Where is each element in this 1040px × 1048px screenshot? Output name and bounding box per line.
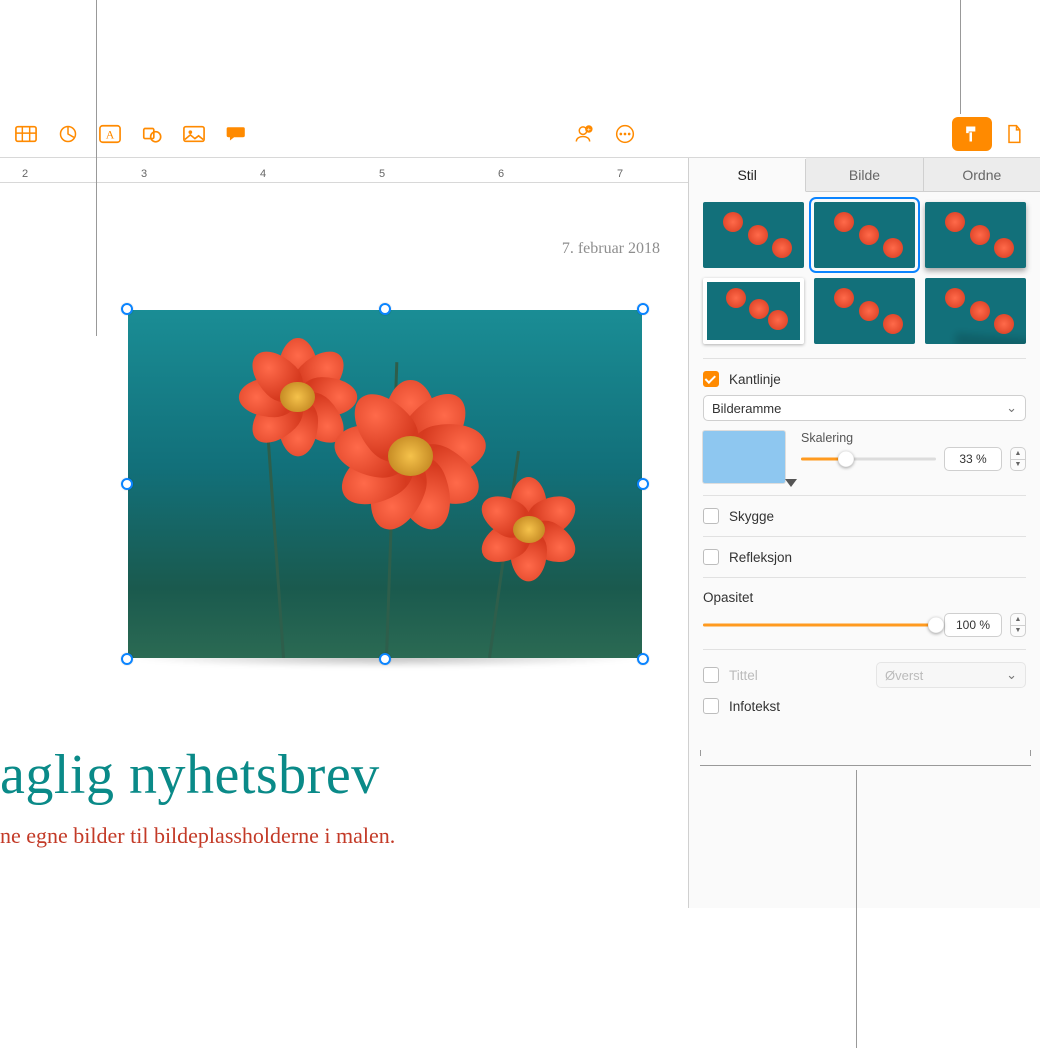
more-icon[interactable] xyxy=(605,117,645,151)
tab-image[interactable]: Bilde xyxy=(806,158,923,191)
ruler-unit: 2 xyxy=(22,168,28,180)
chevron-updown-icon: ⌄ xyxy=(1006,667,1017,683)
style-preset[interactable] xyxy=(814,278,915,344)
ruler-unit: 5 xyxy=(379,168,385,180)
app-window: A + 2 3 4 5 xyxy=(0,111,1040,908)
document-icon[interactable] xyxy=(994,117,1034,151)
scale-stepper[interactable]: ▲▼ xyxy=(1010,447,1026,471)
style-preset[interactable] xyxy=(814,202,915,268)
ruler-unit: 6 xyxy=(498,168,504,180)
opacity-section: Opasitet 100 % ▲▼ xyxy=(703,577,1026,649)
document-canvas[interactable]: 7. februar 2018 xyxy=(0,183,688,908)
tab-style[interactable]: Stil xyxy=(689,159,806,192)
border-type-value: Bilderamme xyxy=(712,401,781,416)
scale-slider[interactable] xyxy=(801,452,936,466)
reflection-section: Refleksjon xyxy=(703,536,1026,577)
reflection-label: Refleksjon xyxy=(729,550,792,565)
shadow-checkbox[interactable] xyxy=(703,508,719,524)
caption-label: Infotekst xyxy=(729,699,780,714)
opacity-value[interactable]: 100 % xyxy=(944,613,1002,637)
format-icon[interactable] xyxy=(952,117,992,151)
resize-handle[interactable] xyxy=(379,653,391,665)
resize-handle[interactable] xyxy=(637,303,649,315)
style-preset[interactable] xyxy=(925,202,1026,268)
shape-icon[interactable] xyxy=(132,117,172,151)
resize-handle[interactable] xyxy=(637,478,649,490)
tab-arrange[interactable]: Ordne xyxy=(924,158,1040,191)
style-presets xyxy=(703,202,1026,344)
collaborate-icon[interactable]: + xyxy=(563,117,603,151)
shadow-section: Skygge xyxy=(703,495,1026,536)
border-label: Kantlinje xyxy=(729,372,781,387)
ruler-unit: 3 xyxy=(141,168,147,180)
border-section: Kantlinje Bilderamme ⌄ Skalering xyxy=(703,358,1026,495)
style-preset[interactable] xyxy=(703,202,804,268)
title-caption-section: Tittel Øverst ⌄ Infotekst xyxy=(703,649,1026,726)
document-date: 7. februar 2018 xyxy=(562,240,660,258)
style-preset[interactable] xyxy=(703,278,804,344)
frame-preview[interactable] xyxy=(703,431,785,483)
media-icon[interactable] xyxy=(174,117,214,151)
image-content xyxy=(128,310,642,658)
shadow-label: Skygge xyxy=(729,509,774,524)
resize-handle[interactable] xyxy=(121,303,133,315)
scale-label: Skalering xyxy=(801,431,1026,445)
border-type-select[interactable]: Bilderamme ⌄ xyxy=(703,395,1026,421)
toolbar: A + xyxy=(0,111,1040,158)
frame-dropdown-icon[interactable] xyxy=(785,479,797,487)
format-inspector: Stil Bilde Ordne xyxy=(688,158,1040,908)
chart-icon[interactable] xyxy=(48,117,88,151)
title-label: Tittel xyxy=(729,668,758,683)
title-position-select[interactable]: Øverst ⌄ xyxy=(876,662,1026,688)
resize-handle[interactable] xyxy=(379,303,391,315)
inspector-tabs: Stil Bilde Ordne xyxy=(689,158,1040,192)
border-checkbox[interactable] xyxy=(703,371,719,387)
comment-icon[interactable] xyxy=(216,117,256,151)
callout-line-right xyxy=(960,0,961,114)
callout-bracket xyxy=(700,756,1031,766)
resize-handle[interactable] xyxy=(637,653,649,665)
opacity-label: Opasitet xyxy=(703,590,1026,605)
callout-line-bottom xyxy=(856,770,857,1048)
reflection-checkbox[interactable] xyxy=(703,549,719,565)
style-preset[interactable] xyxy=(925,278,1026,344)
svg-text:+: + xyxy=(587,127,591,134)
document-title[interactable]: aglig nyhetsbrev xyxy=(0,743,380,807)
opacity-stepper[interactable]: ▲▼ xyxy=(1010,613,1026,637)
opacity-slider[interactable] xyxy=(703,618,936,632)
scale-value[interactable]: 33 % xyxy=(944,447,1002,471)
ruler-unit: 7 xyxy=(617,168,623,180)
title-checkbox[interactable] xyxy=(703,667,719,683)
title-position-value: Øverst xyxy=(885,668,923,683)
chevron-updown-icon: ⌄ xyxy=(1006,400,1017,416)
svg-text:A: A xyxy=(106,128,115,142)
ruler-unit: 4 xyxy=(260,168,266,180)
resize-handle[interactable] xyxy=(121,478,133,490)
table-icon[interactable] xyxy=(6,117,46,151)
resize-handle[interactable] xyxy=(121,653,133,665)
selected-image[interactable] xyxy=(128,310,642,658)
document-subtitle[interactable]: ne egne bilder til bildeplassholderne i … xyxy=(0,823,395,849)
callout-line-left xyxy=(96,0,97,336)
caption-checkbox[interactable] xyxy=(703,698,719,714)
